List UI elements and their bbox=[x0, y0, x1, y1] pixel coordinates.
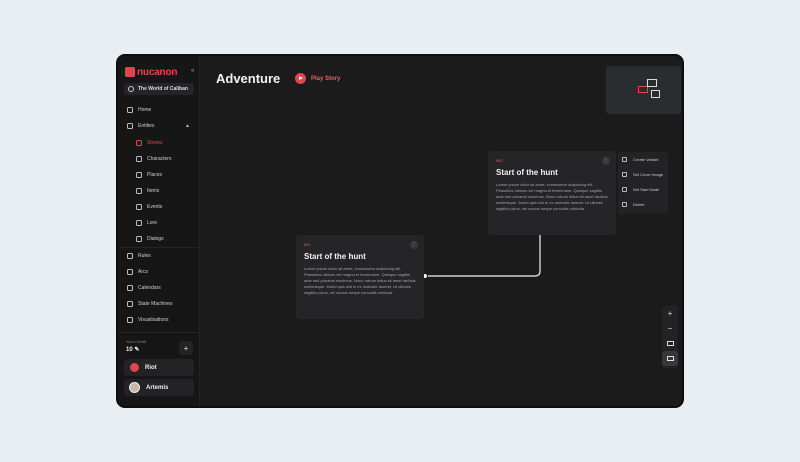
sidebar-item-label: Lore bbox=[147, 220, 158, 226]
person-icon bbox=[136, 156, 142, 162]
sidebar-item-places[interactable]: Places bbox=[118, 167, 200, 183]
node-body: Lorem ipsum dolor sit amet, consectetur … bbox=[496, 182, 608, 211]
play-icon bbox=[622, 187, 627, 192]
menu-item-create-variant[interactable]: Create Variant bbox=[618, 152, 668, 167]
map-icon bbox=[136, 172, 142, 178]
state-icon bbox=[127, 301, 133, 307]
sidebar-item-characters[interactable]: Characters bbox=[118, 151, 200, 167]
chat-icon bbox=[136, 236, 142, 242]
menu-item-label: Set Cover Image bbox=[633, 172, 664, 177]
world-name: The World of Caliban bbox=[138, 86, 188, 92]
sidebar-item-home[interactable]: Home bbox=[118, 102, 200, 118]
menu-item-set-start-node[interactable]: Set Start Node bbox=[618, 182, 668, 197]
zoom-out-button[interactable]: − bbox=[662, 321, 678, 336]
lock-button[interactable] bbox=[662, 351, 678, 366]
story-node-card[interactable]: 002 ⋮ Start of the hunt Lorem ipsum dolo… bbox=[488, 151, 616, 235]
home-icon bbox=[127, 107, 133, 113]
credit-value: 10 ✎ bbox=[126, 347, 140, 353]
globe-icon bbox=[128, 86, 134, 92]
logo[interactable]: nucanon bbox=[125, 66, 177, 78]
sidebar-item-label: State Machines bbox=[138, 301, 173, 307]
node-tag: 002 bbox=[496, 159, 503, 163]
logo-text: nucanon bbox=[137, 66, 178, 78]
world-selector[interactable]: The World of Caliban bbox=[124, 83, 194, 95]
fit-view-button[interactable] bbox=[662, 336, 678, 351]
main-nav: Home Entities ▲ bbox=[118, 102, 200, 134]
credit-box: Your Credit 10 ✎ bbox=[126, 339, 146, 353]
sidebar-item-label: Rules bbox=[138, 253, 151, 259]
arcs-icon bbox=[127, 269, 133, 275]
menu-item-label: Set Start Node bbox=[633, 187, 660, 192]
node-context-menu: Create Variant Set Cover Image Set Start… bbox=[618, 152, 668, 214]
entities-icon bbox=[127, 123, 133, 129]
cube-icon bbox=[136, 188, 142, 194]
zoom-controls: + − bbox=[662, 306, 678, 368]
team-avatar bbox=[130, 363, 139, 372]
team-selector[interactable]: Riot bbox=[124, 359, 194, 376]
sidebar-item-visualisations[interactable]: Visualisations bbox=[118, 312, 200, 328]
menu-item-label: Delete bbox=[633, 202, 645, 207]
secondary-nav: Rules Arcs Calendars State Machines Visu… bbox=[118, 248, 200, 328]
zoom-in-button[interactable]: + bbox=[662, 306, 678, 321]
sidebar-item-label: Events bbox=[147, 204, 163, 210]
rules-icon bbox=[127, 253, 133, 259]
fit-view-icon bbox=[666, 341, 674, 346]
node-tag: 001 bbox=[304, 243, 311, 247]
sidebar-item-arcs[interactable]: Arcs bbox=[118, 264, 200, 280]
sidebar-item-label: Visualisations bbox=[138, 317, 169, 323]
trash-icon bbox=[622, 202, 627, 207]
logo-mark-icon bbox=[125, 67, 135, 77]
kebab-menu-icon[interactable]: ⋮ bbox=[410, 241, 418, 249]
sidebar-item-label: Calendars bbox=[138, 285, 161, 291]
calendar-icon bbox=[136, 204, 142, 210]
user-name: Artemis bbox=[146, 384, 169, 391]
sidebar: nucanon « The World of Caliban Home Enti… bbox=[118, 56, 200, 406]
chart-icon bbox=[127, 317, 133, 323]
menu-item-label: Create Variant bbox=[633, 157, 659, 162]
story-node-card[interactable]: 001 ⋮ Start of the hunt Lorem ipsum dolo… bbox=[296, 235, 424, 319]
image-icon bbox=[622, 172, 627, 177]
node-body: Lorem ipsum dolor sit amet, consectetur … bbox=[304, 266, 416, 295]
sidebar-item-label: Home bbox=[138, 107, 152, 113]
collapse-sidebar-icon[interactable]: « bbox=[191, 68, 194, 74]
node-title: Start of the hunt bbox=[304, 252, 366, 261]
story-canvas[interactable]: Adventure Play Story 001 ⋮ Start of the … bbox=[200, 56, 682, 406]
sidebar-item-calendars[interactable]: Calendars bbox=[118, 280, 200, 296]
user-profile[interactable]: Artemis bbox=[124, 379, 194, 396]
menu-item-set-cover-image[interactable]: Set Cover Image bbox=[618, 167, 668, 182]
lock-icon bbox=[666, 356, 674, 361]
sidebar-item-stories[interactable]: Stories bbox=[118, 135, 200, 151]
sidebar-item-label: Places bbox=[147, 172, 163, 178]
team-name: Riot bbox=[145, 364, 157, 371]
sidebar-item-label: Entities bbox=[138, 123, 155, 129]
sidebar-item-label: Dialogs bbox=[147, 236, 164, 242]
menu-item-delete[interactable]: Delete bbox=[618, 197, 668, 212]
sidebar-item-label: Arcs bbox=[138, 269, 148, 275]
sidebar-item-label: Characters bbox=[147, 156, 172, 162]
book-icon bbox=[136, 140, 142, 146]
app-window: nucanon « The World of Caliban Home Enti… bbox=[116, 54, 684, 408]
divider bbox=[118, 332, 200, 333]
lore-icon bbox=[136, 220, 142, 226]
avatar bbox=[129, 382, 140, 393]
sidebar-item-lore[interactable]: Lore bbox=[118, 215, 200, 231]
kebab-menu-icon[interactable]: ⋮ bbox=[602, 157, 610, 165]
sidebar-item-items[interactable]: Items bbox=[118, 183, 200, 199]
chevron-up-icon[interactable]: ▲ bbox=[185, 123, 190, 129]
sidebar-item-state-machines[interactable]: State Machines bbox=[118, 296, 200, 312]
calendar-icon bbox=[127, 285, 133, 291]
sidebar-item-dialogs[interactable]: Dialogs bbox=[118, 231, 200, 247]
sidebar-item-label: Items bbox=[147, 188, 160, 194]
entities-subnav: Stories Characters Places Items Events L… bbox=[118, 135, 200, 247]
credit-label: Your Credit bbox=[126, 339, 146, 344]
sidebar-item-events[interactable]: Events bbox=[118, 199, 200, 215]
branch-icon bbox=[622, 157, 627, 162]
sidebar-item-label: Stories bbox=[147, 140, 163, 146]
sidebar-item-rules[interactable]: Rules bbox=[118, 248, 200, 264]
add-credit-button[interactable]: + bbox=[179, 341, 193, 355]
node-title: Start of the hunt bbox=[496, 168, 558, 177]
sidebar-item-entities[interactable]: Entities ▲ bbox=[118, 118, 200, 134]
